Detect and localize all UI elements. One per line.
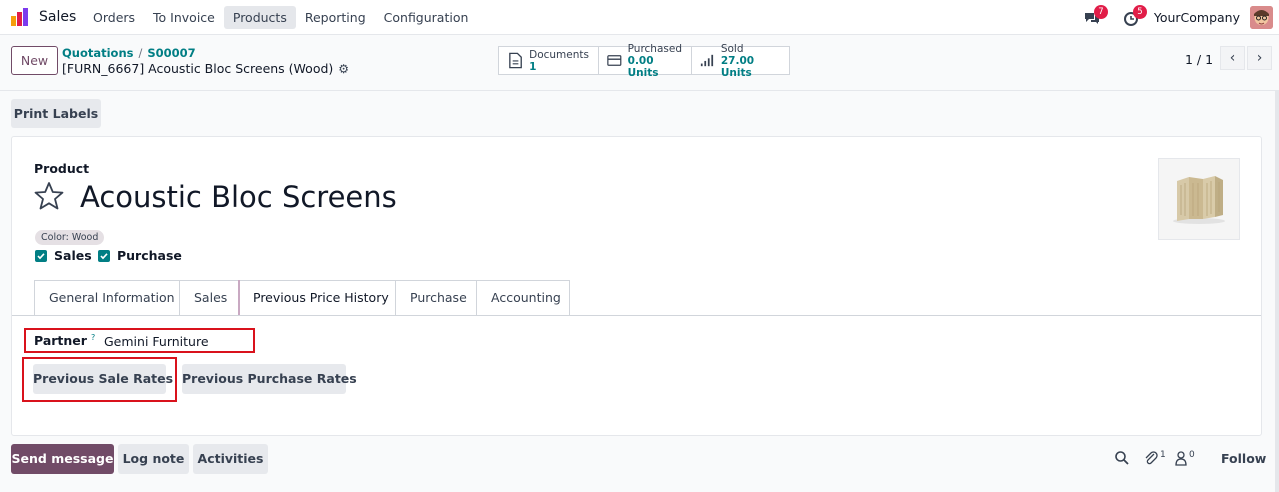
- purchase-checkbox[interactable]: [98, 249, 110, 262]
- menu-to-invoice[interactable]: To Invoice: [144, 6, 224, 29]
- followers-count: 0: [1189, 450, 1195, 460]
- chatter-search-button[interactable]: [1114, 450, 1130, 468]
- signal-bars-icon: [700, 54, 714, 67]
- send-message-button[interactable]: Send message: [11, 444, 114, 474]
- purchase-checkbox-row[interactable]: Purchase: [98, 248, 182, 263]
- new-button[interactable]: New: [11, 46, 58, 75]
- app-name[interactable]: Sales: [39, 9, 76, 25]
- folding-screen-image: [1159, 159, 1239, 239]
- sales-app-icon[interactable]: [10, 7, 30, 27]
- sold-smart-button[interactable]: Sold 27.00 Units: [691, 42, 790, 79]
- pager-next-button[interactable]: ›: [1247, 46, 1272, 70]
- page-scrollbar[interactable]: [1275, 90, 1279, 492]
- breadcrumb-separator: /: [138, 46, 143, 60]
- partner-label-text: Partner: [34, 333, 87, 349]
- menu-configuration[interactable]: Configuration: [375, 6, 478, 29]
- partner-field[interactable]: Gemini Furniture: [104, 334, 209, 349]
- activities-button[interactable]: Activities: [193, 444, 268, 474]
- sales-checkbox[interactable]: [35, 249, 47, 262]
- avatar-face-icon: [1250, 6, 1273, 29]
- attachments-button[interactable]: 1: [1143, 450, 1166, 468]
- favorite-star-icon[interactable]: [34, 181, 64, 211]
- previous-sale-rates-button[interactable]: Previous Sale Rates: [33, 364, 173, 394]
- product-form-sheet: Product Acoustic Bloc Screens Color: Woo…: [11, 136, 1262, 436]
- purchased-label: Purchased: [627, 42, 682, 55]
- top-navbar: Sales Orders To Invoice Products Reporti…: [0, 0, 1279, 35]
- log-note-button[interactable]: Log note: [118, 444, 189, 474]
- tabs-underline: [12, 315, 1261, 316]
- control-panel-divider: [0, 90, 1279, 91]
- checkmark-icon: [100, 252, 108, 259]
- sold-label: Sold: [720, 42, 744, 55]
- activities-button[interactable]: 5: [1122, 5, 1147, 27]
- product-name[interactable]: Acoustic Bloc Screens: [80, 180, 397, 214]
- breadcrumb: Quotations / S00007: [62, 46, 196, 60]
- followers-button[interactable]: 0: [1174, 450, 1195, 468]
- print-labels-button[interactable]: Print Labels: [11, 99, 101, 128]
- pager-value[interactable]: 1 / 1: [1185, 52, 1213, 67]
- credit-card-icon: [607, 55, 622, 66]
- person-icon: [1175, 451, 1187, 466]
- chevron-left-icon: ‹: [1229, 50, 1236, 66]
- form-tabs: General Information Sales Previous Price…: [34, 280, 570, 315]
- documents-value: 1: [529, 60, 537, 73]
- menu-orders[interactable]: Orders: [84, 6, 144, 29]
- breadcrumb-order[interactable]: S00007: [147, 46, 195, 60]
- messages-button[interactable]: 7: [1083, 5, 1108, 27]
- gear-icon[interactable]: ⚙: [338, 62, 349, 76]
- purchase-checkbox-label: Purchase: [117, 248, 182, 263]
- attachments-count: 1: [1160, 450, 1166, 460]
- sales-checkbox-row[interactable]: Sales: [35, 248, 92, 263]
- partner-label: Partner?: [34, 333, 95, 348]
- record-title: [FURN_6667] Acoustic Bloc Screens (Wood)…: [62, 61, 349, 76]
- documents-label: Documents: [529, 48, 589, 61]
- pager-previous-button[interactable]: ‹: [1220, 46, 1245, 70]
- menu-products[interactable]: Products: [223, 6, 296, 29]
- checkmark-icon: [37, 252, 45, 259]
- menu-reporting[interactable]: Reporting: [296, 6, 375, 29]
- record-title-text: [FURN_6667] Acoustic Bloc Screens (Wood): [62, 61, 334, 76]
- partner-help-icon[interactable]: ?: [91, 333, 95, 342]
- attribute-tag: Color: Wood: [35, 230, 105, 245]
- paperclip-icon: [1145, 451, 1158, 465]
- sold-value: 27.00 Units: [720, 54, 755, 79]
- documents-smart-button[interactable]: Documents 1: [498, 46, 599, 75]
- tab-previous-price-history[interactable]: Previous Price History: [238, 280, 396, 315]
- purchased-smart-button[interactable]: Purchased 0.00 Units: [598, 42, 692, 79]
- previous-purchase-rates-button[interactable]: Previous Purchase Rates: [182, 364, 357, 394]
- follow-button[interactable]: Follow: [1221, 451, 1266, 466]
- chevron-right-icon: ›: [1256, 50, 1263, 66]
- sales-checkbox-label: Sales: [54, 248, 92, 263]
- purchased-value: 0.00 Units: [627, 54, 659, 79]
- document-icon: [509, 52, 522, 69]
- search-icon: [1115, 451, 1129, 465]
- user-avatar[interactable]: [1250, 6, 1273, 29]
- smart-buttons: Documents 1 Purchased 0.00 Units Sold 27…: [498, 42, 790, 79]
- product-image[interactable]: [1158, 158, 1240, 240]
- main-menu: Orders To Invoice Products Reporting Con…: [84, 6, 477, 29]
- tab-accounting[interactable]: Accounting: [476, 280, 570, 315]
- breadcrumb-quotations[interactable]: Quotations: [62, 46, 134, 60]
- tab-general-information[interactable]: General Information: [34, 280, 180, 315]
- company-switcher[interactable]: YourCompany: [1154, 10, 1240, 25]
- product-label: Product: [34, 161, 90, 176]
- tab-purchase[interactable]: Purchase: [395, 280, 477, 315]
- activities-count-badge: 5: [1133, 5, 1147, 19]
- messages-count-badge: 7: [1094, 5, 1108, 19]
- tab-sales[interactable]: Sales: [179, 280, 239, 315]
